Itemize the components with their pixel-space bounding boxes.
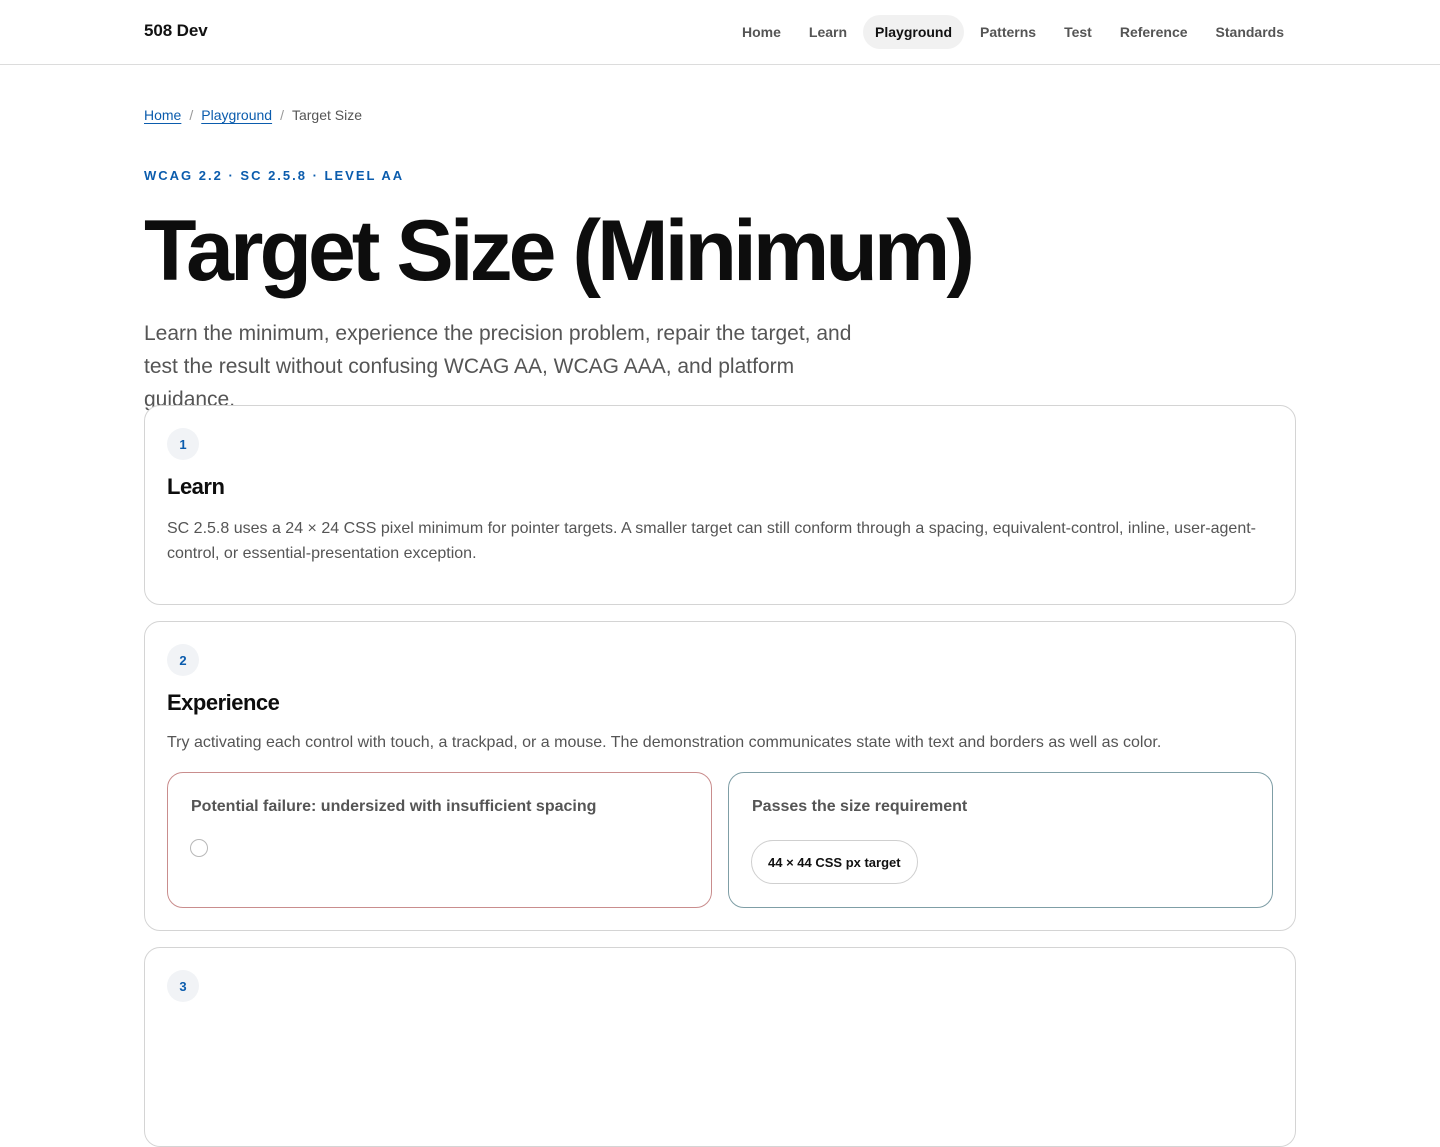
breadcrumb-separator: / (189, 107, 194, 123)
nav-reference[interactable]: Reference (1108, 15, 1200, 49)
breadcrumb: Home / Playground / Target Size (144, 107, 362, 123)
main-nav: Home Learn Playground Patterns Test Refe… (730, 15, 1296, 49)
nav-home[interactable]: Home (730, 15, 793, 49)
step-card-learn: 1 Learn SC 2.5.8 uses a 24 × 24 CSS pixe… (144, 405, 1296, 605)
step-card-repair: 3 (144, 947, 1296, 1147)
nav-patterns[interactable]: Patterns (968, 15, 1048, 49)
breadcrumb-separator: / (280, 107, 284, 123)
nav-test[interactable]: Test (1052, 15, 1104, 49)
step-card-experience: 2 Experience Try activating each control… (144, 621, 1296, 931)
undersized-target-button[interactable] (190, 839, 208, 857)
step-description: Try activating each control with touch, … (167, 734, 1162, 751)
lead-paragraph: Learn the minimum, experience the precis… (144, 322, 852, 411)
breadcrumb-home-link[interactable]: Home (144, 107, 181, 123)
page-title: Target Size (Minimum) (144, 203, 975, 299)
step-number-badge: 2 (167, 644, 199, 676)
nav-playground[interactable]: Playground (863, 15, 965, 49)
step-number-badge: 3 (167, 970, 199, 1002)
demo-pass-title: Passes the size requirement (752, 798, 968, 815)
step-description: SC 2.5.8 uses a 24 × 24 CSS pixel minimu… (167, 520, 1256, 562)
nav-standards[interactable]: Standards (1204, 15, 1296, 49)
demo-failure-title: Potential failure: undersized with insuf… (191, 798, 597, 815)
breadcrumb-playground-link[interactable]: Playground (201, 107, 272, 123)
step-title: Learn (167, 474, 225, 499)
large-target-button[interactable]: 44 × 44 CSS px target (751, 840, 918, 884)
step-title: Experience (167, 690, 280, 715)
demo-failure-panel: Potential failure: undersized with insuf… (167, 772, 712, 908)
eyebrow-label: WCAG 2.2 · SC 2.5.8 · LEVEL AA (144, 168, 405, 183)
brand-logo-link[interactable]: 508 Dev (144, 21, 208, 41)
step-number-badge: 1 (167, 428, 199, 460)
nav-learn[interactable]: Learn (797, 15, 859, 49)
demo-pass-panel: Passes the size requirement 44 × 44 CSS … (728, 772, 1273, 908)
site-header: 508 Dev Home Learn Playground Patterns T… (0, 0, 1440, 65)
breadcrumb-current: Target Size (291, 107, 363, 123)
